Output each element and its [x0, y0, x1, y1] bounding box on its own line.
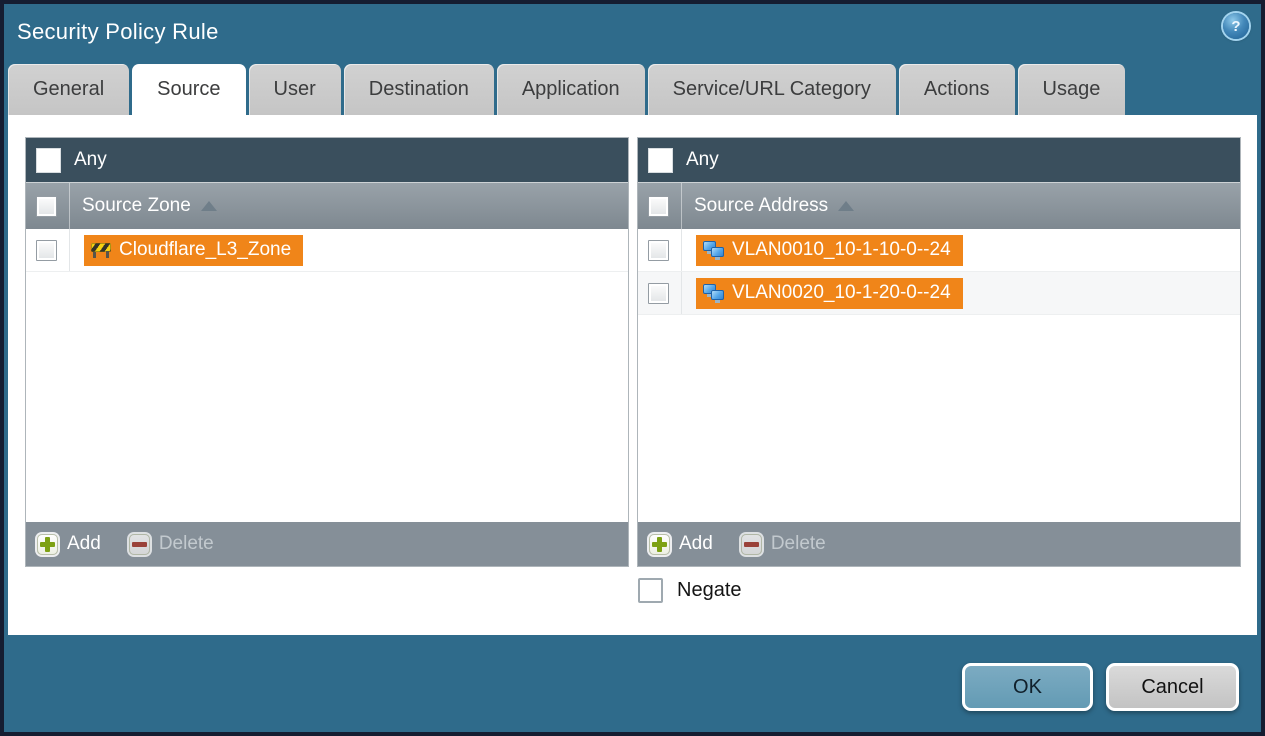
negate-checkbox[interactable]: [638, 578, 663, 603]
sort-ascending-icon: [200, 201, 217, 211]
add-zone-button[interactable]: Add: [37, 533, 101, 555]
add-zone-label: Add: [67, 533, 101, 554]
help-icon[interactable]: ?: [1223, 13, 1249, 39]
delete-icon: [128, 533, 150, 555]
source-address-select-all-checkbox[interactable]: [648, 195, 669, 217]
source-address-select-all-cell: [638, 183, 682, 229]
tab-destination[interactable]: Destination: [343, 64, 494, 115]
address-value-label: VLAN0020_10-1-20-0--24: [732, 282, 951, 303]
negate-row: Negate: [638, 578, 742, 603]
row-checkbox-cell: [638, 229, 682, 271]
cancel-button[interactable]: Cancel: [1106, 663, 1239, 711]
source-zone-column-header[interactable]: Source Zone: [26, 182, 628, 229]
tab-source[interactable]: Source: [132, 64, 246, 115]
source-zone-any-header: Any: [26, 138, 628, 182]
source-tab-content: Any Source Zone Cloudflare_L3_Zone Add D…: [8, 115, 1257, 635]
source-address-footer: Add Delete: [638, 522, 1240, 566]
source-address-any-header: Any: [638, 138, 1240, 182]
tab-application[interactable]: Application: [496, 64, 645, 115]
tab-bar: General Source User Destination Applicat…: [8, 64, 1126, 115]
row-value-cell: Cloudflare_L3_Zone: [70, 229, 628, 271]
title-bar: Security Policy Rule ?: [4, 4, 1261, 64]
delete-address-label: Delete: [770, 533, 826, 554]
security-policy-rule-dialog: Security Policy Rule ? General Source Us…: [4, 4, 1261, 732]
row-checkbox[interactable]: [648, 239, 669, 261]
table-row: Cloudflare_L3_Zone: [26, 229, 628, 272]
source-zone-footer: Add Delete: [26, 522, 628, 566]
ok-button[interactable]: OK: [962, 663, 1093, 711]
source-zone-empty-area: [26, 272, 628, 522]
delete-zone-label: Delete: [158, 533, 214, 554]
tab-user[interactable]: User: [248, 64, 341, 115]
tab-actions[interactable]: Actions: [898, 64, 1015, 115]
add-icon: [37, 533, 58, 555]
add-address-label: Add: [679, 533, 713, 554]
delete-zone-button[interactable]: Delete: [128, 533, 214, 555]
row-checkbox-cell: [26, 229, 70, 271]
source-address-column-header[interactable]: Source Address: [638, 182, 1240, 229]
source-address-panel: Any Source Address VLAN0010_10-1-10-0--2…: [637, 137, 1241, 567]
source-zone-select-all-cell: [26, 183, 70, 229]
source-zone-select-all-checkbox[interactable]: [36, 195, 57, 217]
tab-general[interactable]: General: [8, 64, 130, 115]
address-value-tag[interactable]: VLAN0020_10-1-20-0--24: [696, 277, 963, 309]
zone-icon: [91, 242, 111, 258]
add-address-button[interactable]: Add: [649, 533, 713, 555]
row-checkbox-cell: [638, 272, 682, 314]
source-zone-any-checkbox[interactable]: [36, 147, 61, 173]
source-address-any-checkbox[interactable]: [648, 147, 673, 173]
source-address-any-label: Any: [686, 149, 719, 170]
row-value-cell: VLAN0010_10-1-10-0--24: [682, 229, 1240, 271]
dialog-title: Security Policy Rule: [17, 19, 219, 44]
address-icon: [703, 284, 724, 303]
zone-value-tag[interactable]: Cloudflare_L3_Zone: [84, 234, 304, 266]
add-icon: [649, 533, 670, 555]
source-zone-any-label: Any: [74, 149, 107, 170]
zone-value-label: Cloudflare_L3_Zone: [119, 239, 292, 260]
tab-service-url-category[interactable]: Service/URL Category: [647, 64, 896, 115]
source-address-empty-area: [638, 315, 1240, 522]
row-value-cell: VLAN0020_10-1-20-0--24: [682, 272, 1240, 314]
window-frame: Security Policy Rule ? General Source Us…: [0, 0, 1265, 736]
source-zone-panel: Any Source Zone Cloudflare_L3_Zone Add D…: [25, 137, 629, 567]
negate-label: Negate: [677, 579, 742, 601]
delete-address-button[interactable]: Delete: [740, 533, 826, 555]
source-zone-column-title: Source Zone: [82, 195, 191, 216]
address-icon: [703, 241, 724, 260]
sort-ascending-icon: [838, 201, 855, 211]
address-value-tag[interactable]: VLAN0010_10-1-10-0--24: [696, 234, 963, 266]
row-checkbox[interactable]: [36, 239, 57, 261]
address-value-label: VLAN0010_10-1-10-0--24: [732, 239, 951, 260]
row-checkbox[interactable]: [648, 282, 669, 304]
source-address-column-title: Source Address: [694, 195, 829, 216]
tab-usage[interactable]: Usage: [1017, 64, 1126, 115]
table-row: VLAN0010_10-1-10-0--24: [638, 229, 1240, 272]
delete-icon: [740, 533, 762, 555]
table-row: VLAN0020_10-1-20-0--24: [638, 272, 1240, 315]
